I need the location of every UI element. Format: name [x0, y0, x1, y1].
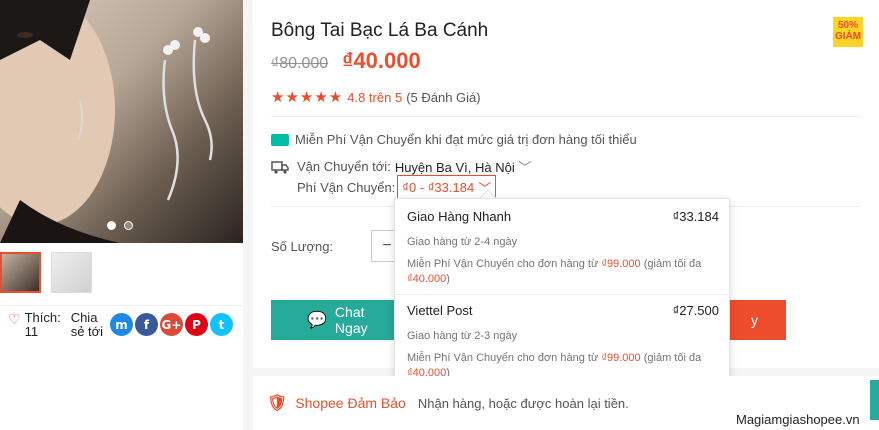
carrier-name: Giao Hàng Nhanh	[407, 209, 512, 224]
carousel-dots	[107, 221, 133, 230]
promo-amount: ₫99.000	[601, 258, 641, 270]
original-price: ₫80.000	[271, 55, 329, 72]
carrier-eta: Giao hàng từ 2-4 ngày	[407, 236, 518, 248]
truck-icon	[271, 160, 289, 174]
carrier-price: ₫33.184	[672, 209, 719, 224]
product-main-image[interactable]	[0, 0, 243, 243]
carrier-name: Viettel Post	[407, 303, 473, 318]
guarantee-title: Shopee Đảm Bảo	[295, 395, 406, 411]
like-label: Thích:	[24, 309, 61, 325]
quantity-label: Số Lượng:	[271, 239, 334, 254]
like-label-wrap: Thích: 11	[24, 309, 61, 339]
discount-badge: 50% GIẢM	[833, 17, 863, 47]
guarantee-text: Nhận hàng, hoặc được hoàn lại tiền.	[417, 395, 629, 411]
like-button[interactable]: ♡ Thích: 11 Chia sẻ tới	[0, 309, 110, 339]
product-title: Bông Tai Bạc Lá Ba Cánh	[271, 20, 489, 41]
google-plus-icon[interactable]: G+	[160, 313, 183, 336]
promo-amount: ₫99.000	[601, 352, 641, 364]
ship-location: Huyện Ba Vì, Hà Nội	[394, 160, 515, 175]
chevron-down-icon: ﹀	[518, 160, 532, 175]
rating-count: (5 Đánh Giá)	[406, 89, 481, 105]
thumbnail-1[interactable]	[0, 252, 41, 293]
promo-mid: (giảm tối đa	[640, 258, 702, 270]
shipping-fee-row: Phí Vận Chuyển: ₫0 - ₫33.184 ﹀	[297, 175, 497, 200]
ship-to-label: Vận Chuyển tới:	[297, 159, 391, 174]
promo-prefix: Miễn Phí Vận Chuyển cho đơn hàng từ	[407, 258, 602, 270]
pinterest-icon[interactable]: P	[185, 313, 208, 336]
earring-photo	[0, 0, 213, 243]
messenger-icon[interactable]: m	[110, 313, 133, 336]
rating-value: 4.8 trên 5	[347, 89, 403, 105]
sale-price: ₫40.000	[342, 48, 421, 73]
carrier-eta: Giao hàng từ 2-3 ngày	[407, 330, 518, 342]
carrier-option[interactable]: Giao Hàng Nhanh ₫33.184 Giao hàng từ 2-4…	[395, 209, 731, 295]
shipping-fee-range: ₫0 - ₫33.184	[402, 180, 475, 195]
thumbnail-strip	[0, 252, 92, 293]
ship-to-row: Vận Chuyển tới: Huyện Ba Vì, Hà Nội ﹀	[271, 157, 531, 176]
rating-row[interactable]: ★★★★★ 4.8 trên 5 (5 Đánh Giá)	[271, 88, 481, 106]
free-shipping-truck-icon	[271, 133, 289, 146]
facebook-icon[interactable]: f	[135, 313, 158, 336]
carousel-dot[interactable]	[124, 221, 133, 230]
share-icons: m f G+ Pt	[110, 313, 233, 336]
divider	[271, 116, 861, 117]
minus-icon: −	[382, 237, 392, 254]
carrier-promo: Miễn Phí Vận Chuyển cho đơn hàng từ ₫99.…	[407, 257, 719, 287]
carousel-dot[interactable]	[107, 221, 116, 230]
buy-now-button[interactable]: y	[723, 300, 786, 340]
carrier-price: ₫27.500	[672, 303, 719, 318]
heart-icon: ♡	[8, 310, 21, 327]
star-rating-icon: ★★★★★	[271, 89, 344, 106]
social-row: ♡ Thích: 11 Chia sẻ tới m f G+ Pt	[0, 305, 243, 343]
buy-now-label: y	[751, 312, 758, 328]
discount-badge-text: 50% GIẢM	[834, 20, 862, 42]
promo-cap: ₫40.000	[407, 273, 447, 285]
promo-prefix: Miễn Phí Vận Chuyển cho đơn hàng từ	[407, 352, 602, 364]
ship-location-selector[interactable]: Huyện Ba Vì, Hà Nội ﹀	[395, 157, 532, 176]
shipping-options-dropdown: Giao Hàng Nhanh ₫33.184 Giao hàng từ 2-4…	[394, 198, 731, 390]
twitter-icon[interactable]: t	[210, 313, 233, 336]
thumbnail-2[interactable]	[51, 252, 92, 293]
side-tab[interactable]	[870, 380, 879, 420]
shield-icon: 🛡	[267, 395, 288, 412]
chat-now-label: Chat Ngay	[334, 304, 368, 336]
carrier-option[interactable]: Viettel Post ₫27.500 Giao hàng từ 2-3 ng…	[395, 303, 731, 381]
chat-now-button[interactable]: 💬 Chat Ngay	[271, 300, 401, 340]
shipping-fee-label: Phí Vận Chuyển:	[297, 180, 396, 195]
share-label: Chia sẻ tới	[70, 309, 104, 339]
chat-icon: 💬	[307, 312, 327, 329]
promo-suffix: )	[446, 273, 450, 285]
price-row: ₫80.000 ₫40.000	[271, 48, 421, 74]
free-shipping-notice: Miễn Phí Vận Chuyển khi đạt mức giá trị …	[271, 132, 637, 147]
watermark: Magiamgiashopee.vn	[736, 412, 860, 427]
like-count: 11	[24, 323, 39, 339]
free-shipping-text: Miễn Phí Vận Chuyển khi đạt mức giá trị …	[295, 132, 637, 147]
promo-mid: (giảm tối đa	[640, 352, 702, 364]
product-gallery: ♡ Thích: 11 Chia sẻ tới m f G+ Pt	[0, 0, 243, 430]
